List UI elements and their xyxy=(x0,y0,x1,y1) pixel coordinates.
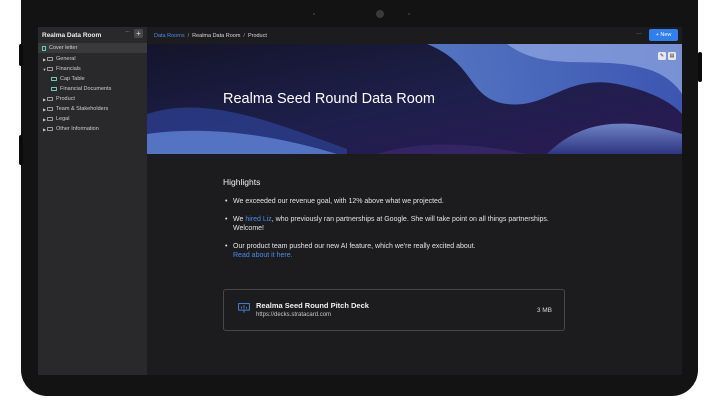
side-button xyxy=(19,135,23,165)
list-item-text: We exceeded our revenue goal, with 12% a… xyxy=(233,198,444,205)
sidebar-item-financial-documents[interactable]: Financial Documents xyxy=(38,84,147,94)
delete-icon[interactable]: ▤ xyxy=(668,52,676,60)
folder-icon xyxy=(47,57,53,61)
sidebar-item-label: Team & Stakeholders xyxy=(56,106,109,112)
presentation-icon xyxy=(238,303,250,313)
sidebar: Realma Data Room ··· + Cover letter ▶ Ge… xyxy=(38,27,147,375)
file-url: https://decks.stratacard.com xyxy=(256,312,332,318)
sensor-dot xyxy=(408,13,410,15)
folder-icon xyxy=(47,67,53,71)
folder-icon xyxy=(47,117,53,121)
breadcrumb-current: Product xyxy=(247,32,267,39)
sidebar-item-label: General xyxy=(56,56,76,62)
folder-icon xyxy=(51,87,57,91)
list-item: We hired Liz, who previously ran partner… xyxy=(223,215,565,234)
more-options-icon[interactable]: ··· xyxy=(636,31,642,37)
folder-icon xyxy=(47,107,53,111)
page-content: Highlights We exceeded our revenue goal,… xyxy=(223,177,565,269)
breadcrumb: Data Rooms / Realma Data Room / Product … xyxy=(147,27,682,44)
sidebar-item-product[interactable]: ▶ Product xyxy=(38,94,147,104)
more-options-icon[interactable]: ··· xyxy=(125,29,130,35)
section-heading: Highlights xyxy=(223,177,261,187)
sidebar-item-label: Other Information xyxy=(56,126,99,132)
folder-icon xyxy=(51,77,57,81)
read-about-link[interactable]: Read about it here. xyxy=(233,252,293,259)
file-title: Realma Seed Round Pitch Deck xyxy=(256,301,369,310)
app-window: Realma Data Room ··· + Cover letter ▶ Ge… xyxy=(38,27,682,375)
document-icon xyxy=(42,45,46,51)
list-item-text: , who previously ran partnerships at Goo… xyxy=(233,215,549,233)
sidebar-header: Realma Data Room ··· + xyxy=(38,27,147,43)
sidebar-item-cap-table[interactable]: Cap Table xyxy=(38,74,147,84)
folder-icon xyxy=(47,97,53,101)
edit-icon[interactable]: ✎ xyxy=(658,52,666,60)
sidebar-item-label: Financials xyxy=(56,66,81,72)
sidebar-item-label: Product xyxy=(56,96,75,102)
main-panel: Data Rooms / Realma Data Room / Product … xyxy=(147,27,682,375)
folder-icon xyxy=(47,127,53,131)
list-item-text: Our product team pushed our new AI featu… xyxy=(233,242,476,250)
sidebar-item-label: Legal xyxy=(56,116,70,122)
breadcrumb-separator: / xyxy=(243,32,245,39)
sidebar-item-label: Cover letter xyxy=(49,45,78,51)
page-title: Realma Seed Round Data Room xyxy=(223,91,435,107)
breadcrumb-data-room[interactable]: Realma Data Room xyxy=(192,33,240,39)
file-card[interactable]: Realma Seed Round Pitch Deck https://dec… xyxy=(223,289,565,331)
sidebar-item-other-information[interactable]: ▶ Other Information xyxy=(38,124,147,134)
sidebar-item-team-stakeholders[interactable]: ▶ Team & Stakeholders xyxy=(38,104,147,114)
sidebar-item-general[interactable]: ▶ General xyxy=(38,54,147,64)
sidebar-item-label: Cap Table xyxy=(60,76,85,82)
breadcrumb-separator: / xyxy=(187,32,190,39)
sidebar-item-label: Financial Documents xyxy=(60,86,112,92)
cover-banner: Realma Seed Round Data Room ✎ ▤ xyxy=(147,44,682,154)
sensor-dot xyxy=(313,13,315,15)
add-item-button[interactable]: + xyxy=(134,29,143,38)
side-button xyxy=(698,52,702,82)
list-item: We exceeded our revenue goal, with 12% a… xyxy=(223,197,565,207)
new-button[interactable]: + New xyxy=(649,29,678,41)
side-button xyxy=(19,44,23,66)
camera xyxy=(376,10,384,18)
sidebar-item-cover-letter[interactable]: Cover letter xyxy=(38,43,147,53)
hired-liz-link[interactable]: hired Liz xyxy=(245,216,271,223)
sidebar-item-financials[interactable]: ▼ Financials xyxy=(38,64,147,74)
list-item: Our product team pushed our new AI featu… xyxy=(223,242,565,261)
file-size: 3 MB xyxy=(536,307,552,314)
workspace-title: Realma Data Room xyxy=(42,31,102,39)
list-item-text: We xyxy=(233,215,246,223)
breadcrumb-data-rooms[interactable]: Data Rooms xyxy=(154,33,185,39)
sidebar-item-legal[interactable]: ▶ Legal xyxy=(38,114,147,124)
